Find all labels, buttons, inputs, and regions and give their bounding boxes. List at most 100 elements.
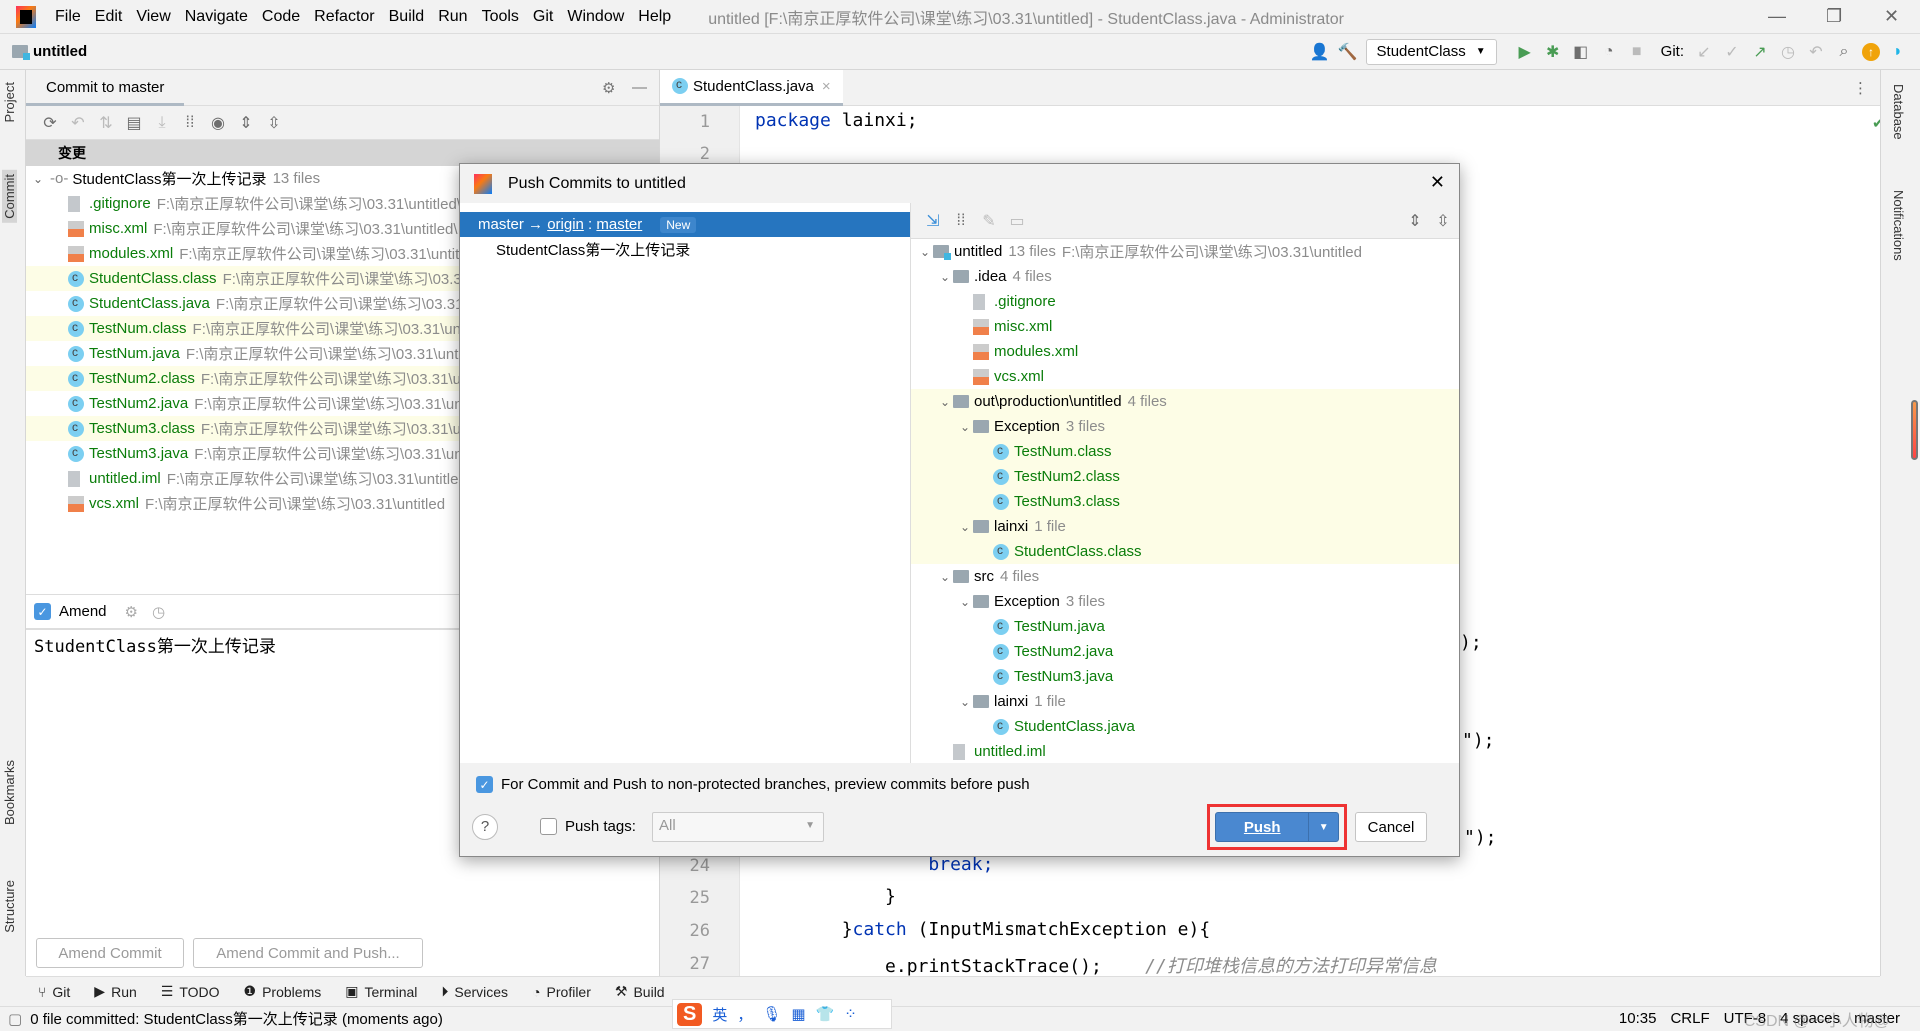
tool-git[interactable]: ⑂ Git [38,984,70,1000]
amend-commit-button[interactable]: Amend Commit [36,938,184,968]
menu-code[interactable]: Code [255,8,307,26]
tree-node[interactable]: TestNum3.java [911,664,1459,689]
rollback-icon[interactable]: ↶ [68,113,88,133]
branch-row[interactable]: master → origin : master New [460,212,910,237]
tool-todo[interactable]: ☰ TODO [161,983,220,1000]
tree-node[interactable]: ⌄ src 4 files [911,564,1459,589]
push-tags-checkbox[interactable] [540,818,557,835]
stop-icon[interactable]: ■ [1627,43,1647,61]
menu-refactor[interactable]: Refactor [307,8,381,26]
expand-all-icon[interactable]: ⇕ [236,113,256,133]
push-button[interactable]: Push ▼ [1215,812,1339,842]
toggle-tool-windows-icon[interactable]: ▢ [8,1010,22,1028]
menu-help[interactable]: Help [631,8,678,26]
preview-checkbox[interactable]: ✓ [476,776,493,793]
tool-terminal[interactable]: ▣ Terminal [345,983,417,1000]
menu-run[interactable]: Run [431,8,474,26]
microphone-icon[interactable]: 🎙 [762,1005,781,1023]
tree-node[interactable]: ⌄ untitled 13 files F:\南京正厚软件公司\课堂\练习\03.31… [911,239,1459,264]
tree-node[interactable]: TestNum3.class [911,489,1459,514]
menu-edit[interactable]: Edit [88,8,130,26]
commit-row[interactable]: StudentClass第一次上传记录 [460,237,910,262]
push-tags-select[interactable]: All ▼ [652,812,824,842]
profile-icon[interactable]: ◔ [1599,43,1619,61]
tree-node[interactable]: ⌄ Exception 3 files [911,589,1459,614]
minimize-icon[interactable]: — [1768,6,1786,27]
ime-lang[interactable]: 英 [712,1004,727,1025]
preview-diff-icon[interactable]: ▭ [1007,211,1027,231]
edit-icon[interactable]: ✎ [979,211,999,231]
history-icon[interactable]: ◷ [152,603,165,621]
tab-commit-to-master[interactable]: Commit to master [26,70,185,106]
tree-node[interactable]: ⌄ lainxi 1 file [911,689,1459,714]
notifications-tool-tab[interactable]: Notifications [1891,190,1906,261]
search-icon[interactable]: ⌕ [1834,43,1854,61]
collapse-all-icon[interactable]: ⇳ [264,113,284,133]
cancel-button[interactable]: Cancel [1355,812,1427,842]
collapse-all-icon[interactable]: ⇳ [1433,211,1453,231]
build-hammer-icon[interactable]: 🔨 [1338,42,1358,62]
expand-all-icon[interactable]: ⇕ [1405,211,1425,231]
line-separator[interactable]: CRLF [1670,1010,1709,1027]
tool-run[interactable]: ▶ Run [94,983,136,1000]
amend-commit-and-push-button[interactable]: Amend Commit and Push... [193,938,423,968]
tree-node[interactable]: StudentClass.class [911,539,1459,564]
ime-punct[interactable]: ， [737,1004,752,1025]
git-history-icon[interactable]: ◷ [1778,42,1798,62]
more-icon[interactable]: ⋮ [1853,79,1868,97]
skin-icon[interactable]: 👕 [816,1005,835,1023]
menu-tools[interactable]: Tools [475,8,526,26]
caret-position[interactable]: 10:35 [1619,1010,1657,1027]
run-icon[interactable]: ▶ [1515,42,1535,62]
keyboard-icon[interactable]: ▦ [791,1005,805,1023]
tool-services[interactable]: ⏵ Services [441,983,508,1000]
close-dialog-icon[interactable]: ✕ [1430,172,1445,193]
database-tool-tab[interactable]: Database [1891,84,1906,140]
bookmarks-tool-tab[interactable]: Bookmarks [2,760,17,825]
tree-node[interactable]: TestNum.java [911,614,1459,639]
structure-tool-tab[interactable]: Structure [2,880,17,933]
restore-icon[interactable]: ❐ [1826,6,1842,27]
hide-icon[interactable]: — [632,79,647,96]
git-update-icon[interactable]: ↙ [1694,42,1714,62]
menu-navigate[interactable]: Navigate [178,8,255,26]
collapse-arrows-icon[interactable]: ⇲ [923,211,943,231]
tree-node[interactable]: TestNum2.java [911,639,1459,664]
push-dropdown-icon[interactable]: ▼ [1308,813,1338,841]
help-button[interactable]: ? [472,814,498,840]
tree-node[interactable]: ⌄ lainxi 1 file [911,514,1459,539]
breadcrumb-project[interactable]: untitled [33,43,87,60]
git-commit-icon[interactable]: ✓ [1722,42,1742,62]
tool-problems[interactable]: ❶ Problems [244,983,322,1000]
close-tab-icon[interactable]: × [822,78,831,95]
commit-message-input[interactable]: StudentClass第一次上传记录 [34,632,276,657]
commit-tool-tab[interactable]: Commit [2,170,17,223]
run-config-select[interactable]: StudentClass ▼ [1365,38,1497,65]
group-by-icon[interactable]: ⁞⁞ [951,212,971,230]
menu-git[interactable]: Git [526,8,560,26]
group-by-icon[interactable]: ⁞⁞ [180,114,200,132]
tool-profiler[interactable]: ◔ Profiler [532,984,591,1000]
apps-icon[interactable]: ⁘ [844,1005,857,1023]
tree-node[interactable]: untitled.iml [911,739,1459,764]
tree-node[interactable]: ⌄ .idea 4 files [911,264,1459,289]
remote-link[interactable]: origin [547,216,584,233]
push-tags-label[interactable]: Push tags: [565,818,636,835]
target-branch-link[interactable]: master [596,216,642,233]
tree-node[interactable]: misc.xml [911,314,1459,339]
update-icon[interactable]: ↑ [1862,42,1880,61]
tree-node[interactable]: .gitignore [911,289,1459,314]
coverage-icon[interactable]: ◧ [1571,42,1591,62]
gear-icon[interactable]: ⚙ [602,79,615,97]
refresh-icon[interactable]: ⟳ [40,113,60,133]
preview-label[interactable]: For Commit and Push to non-protected bra… [501,776,1030,793]
user-icon[interactable]: 👤 [1310,42,1330,62]
git-push-icon[interactable]: ↗ [1750,42,1770,62]
tab-studentclass-java[interactable]: StudentClass.java × [660,69,843,106]
shelve-icon[interactable]: ⤓ [152,114,172,132]
tool-build[interactable]: ⚒ Build [615,983,665,1000]
tree-node[interactable]: TestNum.class [911,439,1459,464]
menu-view[interactable]: View [129,8,177,26]
tree-node[interactable]: TestNum2.class [911,464,1459,489]
tree-node[interactable]: ⌄ out\production\untitled 4 files [911,389,1459,414]
